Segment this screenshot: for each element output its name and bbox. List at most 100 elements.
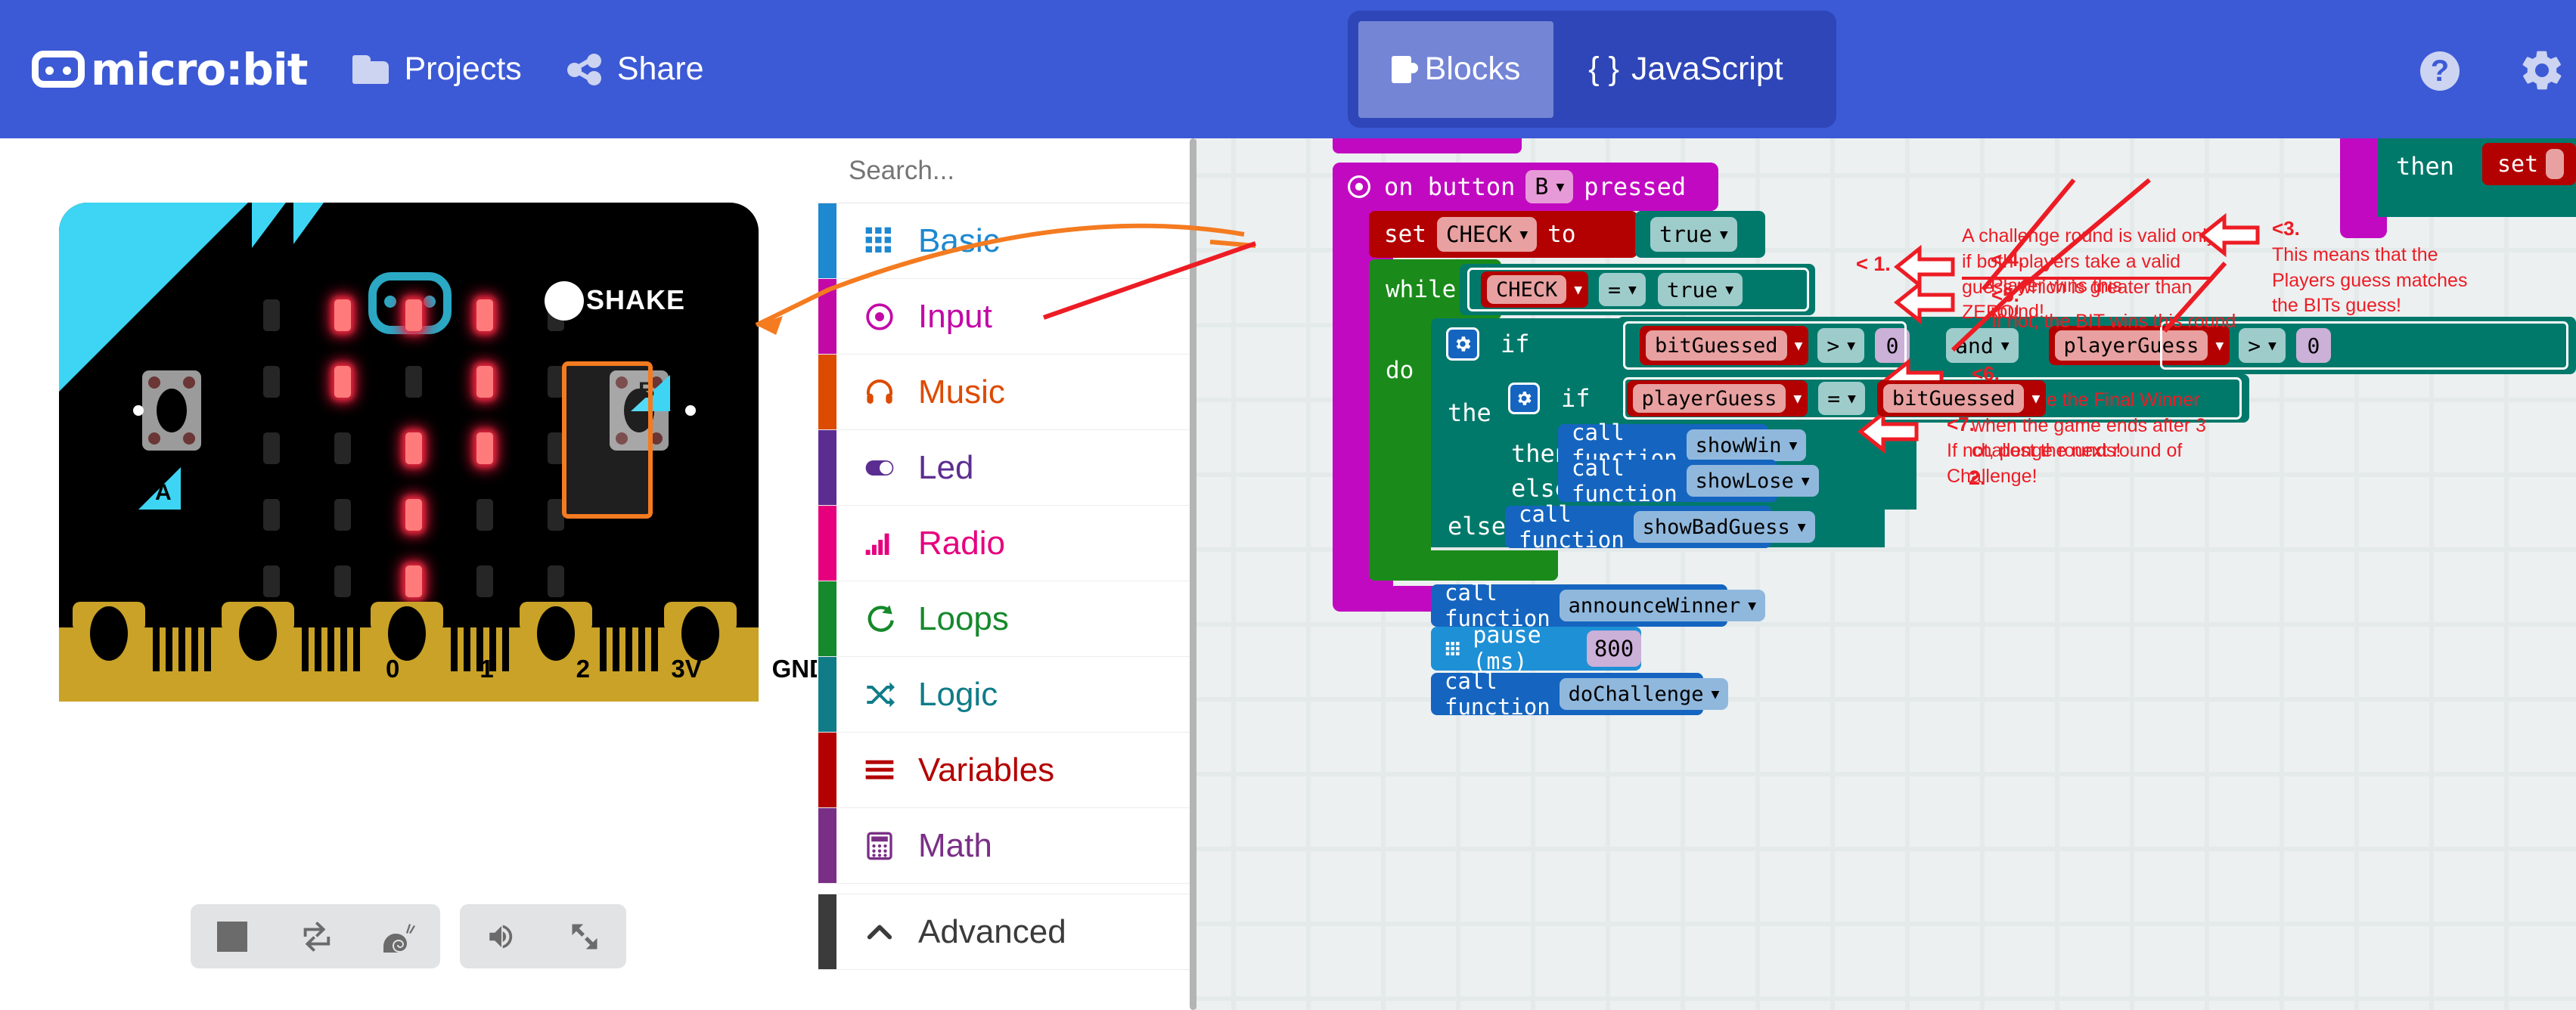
fragment-set-block[interactable]: set [2482, 143, 2576, 185]
projects-label: Projects [404, 51, 522, 87]
led-0-3 [476, 299, 493, 331]
call-function-label-bad: call function [1519, 501, 1625, 553]
category-color-stripe [818, 430, 836, 505]
while-condition-compare[interactable]: CHECK ▼ = ▼ true ▼ [1460, 264, 1815, 315]
fragment-then-keyword: then [2396, 152, 2455, 181]
fragment-variable-field[interactable] [2546, 149, 2565, 179]
toolbox-category-radio[interactable]: Radio [818, 506, 1196, 581]
inner-if-left-var[interactable]: playerGuess ▼ [1626, 380, 1808, 417]
slow-motion-button[interactable] [377, 915, 421, 959]
set-check-value-block[interactable]: true ▼ [1635, 211, 1765, 258]
chevron-down-icon: ▼ [1719, 226, 1728, 243]
dochallenge-dropdown[interactable]: doChallenge ▼ [1559, 678, 1729, 710]
projects-button[interactable]: Projects [352, 51, 522, 88]
tab-blocks[interactable]: Blocks [1358, 20, 1553, 118]
blocks-workspace[interactable]: on button B ▼ pressed set CHECK ▼ to tru… [1196, 138, 2576, 1010]
inner-if-right-var[interactable]: bitGuessed ▼ [1876, 380, 2047, 417]
mute-button[interactable] [480, 915, 523, 959]
chevron-up-icon [861, 917, 898, 947]
led-1-0 [263, 366, 280, 398]
board-cyan-accent [59, 203, 346, 399]
annotation-3: <3. This means that the Players guess ma… [2272, 215, 2476, 319]
check-variable-dropdown[interactable]: CHECK ▼ [1437, 217, 1538, 252]
chevron-down-icon: ▼ [2000, 337, 2010, 354]
call-showlose-block[interactable]: call function showLose ▼ [1558, 455, 1819, 507]
share-label: Share [616, 51, 704, 87]
toolbox-category-list: Basic Input Music Led Radio Loops Logic Variabl… [818, 203, 1196, 970]
showlose-dropdown[interactable]: showLose ▼ [1686, 465, 1819, 497]
showwin-value: showWin [1695, 433, 1782, 457]
announcewinner-dropdown[interactable]: announceWinner ▼ [1559, 590, 1766, 621]
showwin-dropdown[interactable]: showWin ▼ [1686, 429, 1807, 461]
calculator-icon [861, 831, 898, 861]
outer-if-else-keyword: else [1448, 512, 1507, 541]
set-check-bool-dropdown[interactable]: true ▼ [1650, 217, 1737, 252]
button-a-label: A [155, 480, 172, 505]
inner-if-operator[interactable]: = ▼ [1818, 382, 1865, 415]
pause-value-field[interactable]: 800 [1587, 630, 1641, 667]
chevron-down-icon: ▼ [1793, 390, 1802, 407]
workspace-scrollbar[interactable] [1190, 138, 1196, 1010]
chevron-down-icon: ▼ [1556, 178, 1565, 195]
button-dropdown[interactable]: B ▼ [1525, 170, 1574, 203]
tab-javascript-label: JavaScript [1631, 51, 1783, 87]
toolbox-category-basic[interactable]: Basic [818, 203, 1196, 279]
tab-blocks-label: Blocks [1424, 51, 1521, 87]
restart-button[interactable] [293, 915, 337, 959]
set-to-keyword: to [1547, 221, 1576, 248]
led-4-4 [548, 565, 564, 597]
toolbox-category-music[interactable]: Music [818, 355, 1196, 430]
annotation-5-marker: <5. [1991, 283, 2019, 306]
annotation-marker-1: < 1. [1856, 253, 1891, 275]
inner-if-left-value: playerGuess [1632, 384, 1786, 413]
microbit-logo[interactable]: micro:bit [32, 44, 308, 95]
toolbox-category-variables[interactable]: Variables [818, 733, 1196, 808]
inner-if-gear-icon[interactable] [1508, 383, 1540, 414]
share-button[interactable]: Share [566, 51, 704, 88]
call-announcewinner-block[interactable]: call function announceWinner ▼ [1431, 580, 1766, 631]
stop-button[interactable] [210, 915, 254, 959]
fullscreen-button[interactable] [563, 915, 607, 959]
toggle-icon [861, 453, 898, 483]
outer-if-gear-icon[interactable] [1446, 327, 1479, 361]
top-navigation-bar: micro:bit Projects Share Blocks { } Java… [0, 0, 2576, 138]
pause-block[interactable]: pause (ms) 800 [1431, 622, 1641, 675]
microbit-board[interactable]: SHAKE A B 0 1 2 3V GN [59, 203, 817, 702]
set-check-block[interactable]: set CHECK ▼ to [1369, 211, 1637, 258]
on-button-pressed-header[interactable]: on button B ▼ pressed [1333, 163, 1718, 211]
gear-icon[interactable] [2519, 47, 2565, 94]
toolbox-category-led[interactable]: Led [818, 430, 1196, 506]
grid-icon [1445, 642, 1460, 655]
simulator-controls [191, 904, 626, 968]
annotation-7-text: If not, post the next round of Challenge… [1947, 439, 2183, 487]
pause-label: pause (ms) [1473, 622, 1541, 675]
target-icon [861, 302, 898, 332]
partial-block-top[interactable] [1333, 138, 1522, 153]
help-icon[interactable]: ? [2420, 51, 2460, 91]
tab-javascript[interactable]: { } JavaScript [1553, 21, 1818, 118]
toolbox-category-advanced[interactable]: Advanced [818, 894, 1196, 970]
braces-icon: { } [1588, 51, 1619, 87]
shake-label: SHAKE [586, 284, 686, 315]
toolbox-category-logic[interactable]: Logic [818, 657, 1196, 733]
board-button-a[interactable] [142, 370, 201, 451]
toolbox-category-input[interactable]: Input [818, 279, 1196, 355]
call-dochallenge-block[interactable]: call function doChallenge ▼ [1431, 668, 1729, 720]
led-2-0 [263, 432, 280, 464]
search-input[interactable] [849, 155, 1190, 186]
shake-indicator-dot[interactable] [545, 281, 584, 321]
led-0-2 [405, 299, 422, 331]
inner-if-right-value: bitGuessed [1882, 384, 2025, 413]
toolbox-divider [818, 884, 1196, 894]
showbadguess-dropdown[interactable]: showBadGuess ▼ [1633, 511, 1815, 543]
call-showbadguess-block[interactable]: call function showBadGuess ▼ [1505, 501, 1815, 553]
chevron-down-icon: ▼ [1801, 472, 1810, 489]
category-color-stripe [818, 657, 836, 732]
toolbox-category-loops[interactable]: Loops [818, 581, 1196, 657]
snail-icon [383, 923, 415, 953]
led-3-2 [405, 499, 422, 531]
folder-icon [352, 54, 390, 84]
led-1-2 [405, 366, 422, 398]
toolbox-category-math[interactable]: Math [818, 808, 1196, 884]
chevron-down-icon: ▼ [2031, 390, 2041, 407]
